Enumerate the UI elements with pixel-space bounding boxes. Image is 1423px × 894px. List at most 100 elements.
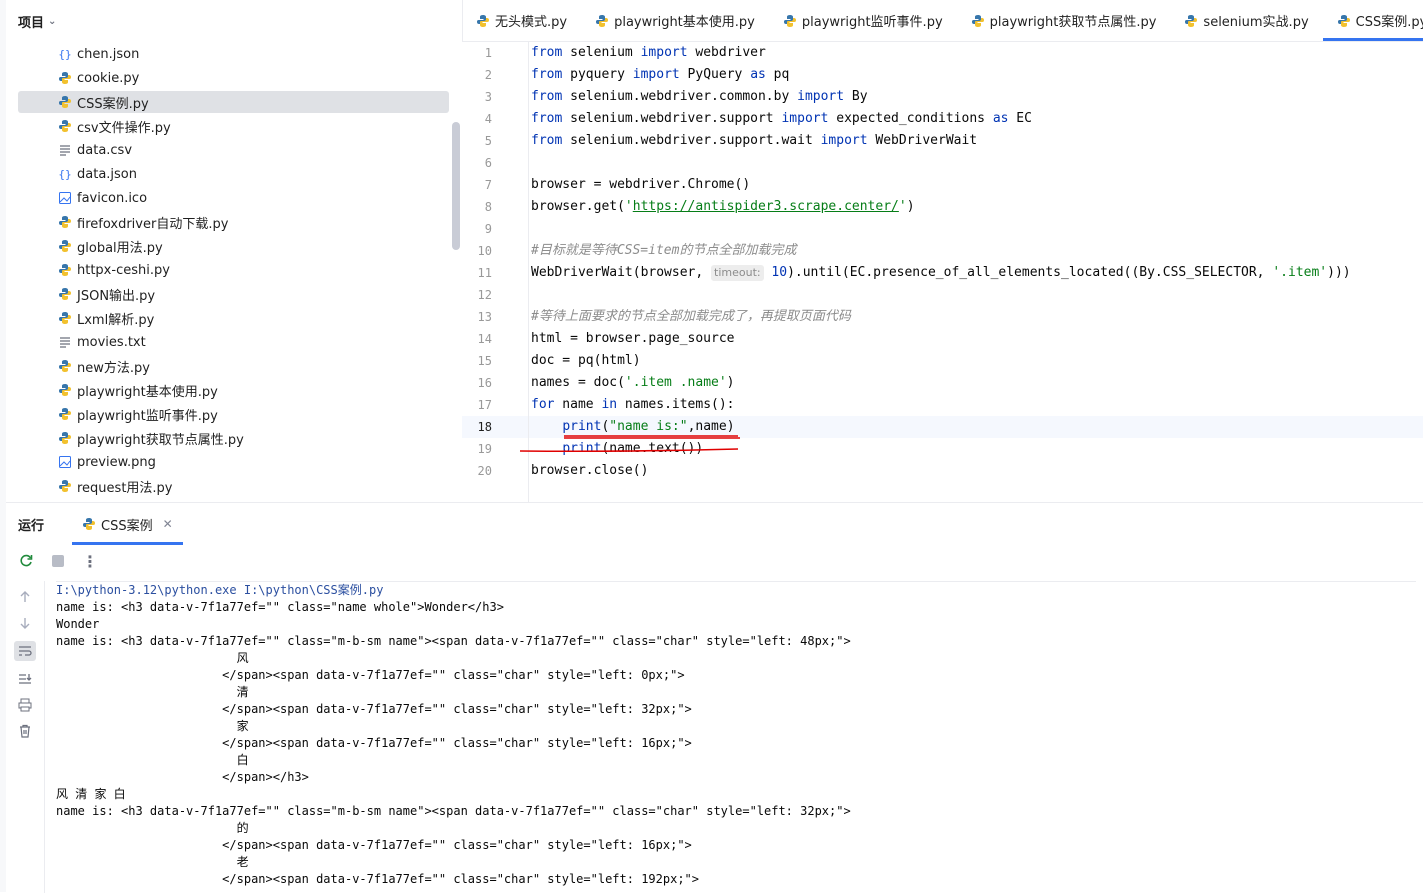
- file-name: httpx-ceshi.py: [77, 262, 170, 278]
- file-name: global用法.py: [77, 240, 163, 256]
- editor-tab[interactable]: 无头模式.py: [462, 0, 581, 41]
- file-name: preview.png: [77, 454, 156, 470]
- file-tree-item[interactable]: preview.png: [6, 450, 462, 474]
- code-token: ': [624, 199, 633, 214]
- editor-tab-label: 无头模式.py: [495, 15, 568, 30]
- line-number: 5: [484, 134, 492, 148]
- stop-icon[interactable]: [50, 553, 66, 569]
- code-token: names = doc(: [531, 375, 625, 390]
- project-header[interactable]: 项目 ⌄: [6, 0, 462, 42]
- chevron-down-icon[interactable]: ⌄: [48, 16, 56, 27]
- code-token: PyQuery: [679, 67, 751, 82]
- file-tree-item[interactable]: JSON输出.py: [6, 282, 462, 306]
- image-file-icon: [59, 192, 71, 204]
- code-token: selenium.webdriver.support.wait: [562, 133, 821, 148]
- file-tree-item[interactable]: {} chen.json: [6, 42, 462, 66]
- file-name: csv文件操作.py: [77, 120, 171, 136]
- project-scrollbar[interactable]: [452, 122, 460, 250]
- python-file-icon: [59, 240, 71, 252]
- file-name: CSS案例.py: [77, 96, 149, 112]
- file-tree-item[interactable]: movies.txt: [6, 330, 462, 354]
- code-text: print("name is:",name): [531, 416, 734, 438]
- scroll-to-end-icon[interactable]: [17, 671, 33, 687]
- trash-icon[interactable]: [17, 723, 33, 739]
- file-tree-item[interactable]: cookie.py: [6, 66, 462, 90]
- console-output[interactable]: I:\python-3.12\python.exe I:\python\CSS案…: [56, 581, 1416, 894]
- code-line: 20 browser.close(): [462, 460, 1423, 482]
- code-token: browser.get(: [531, 199, 625, 214]
- file-tree-item[interactable]: data.csv: [6, 138, 462, 162]
- print-icon[interactable]: [17, 697, 33, 713]
- file-tree-item[interactable]: {} data.json: [6, 162, 462, 186]
- editor-tab[interactable]: CSS案例.py: [1322, 0, 1423, 41]
- project-title: 项目: [18, 15, 45, 31]
- file-tree-item[interactable]: Lxml解析.py: [6, 306, 462, 330]
- editor-tab[interactable]: selenium实战.py: [1170, 0, 1322, 41]
- line-number: 20: [477, 464, 492, 478]
- file-tree-item[interactable]: httpx-ceshi.py: [6, 258, 462, 282]
- code-token: doc = pq(html): [531, 353, 641, 368]
- console-line: 家: [56, 719, 249, 733]
- code-token: ).until(EC.presence_of_all_elements_loca…: [787, 265, 1273, 280]
- file-tree-item[interactable]: playwright监听事件.py: [6, 402, 462, 426]
- rerun-icon[interactable]: [18, 553, 34, 569]
- code-text: from selenium import webdriver: [531, 42, 766, 64]
- code-text: html = browser.page_source: [531, 328, 735, 350]
- console-line: </span><span data-v-7f1a77ef="" class="c…: [56, 702, 692, 716]
- code-token: pyquery: [562, 67, 633, 82]
- python-file-icon: [59, 384, 71, 396]
- python-file-icon: [596, 14, 609, 27]
- arrow-down-icon[interactable]: [17, 615, 33, 631]
- console-line: 风 清 家 白: [56, 787, 126, 801]
- image-file-icon: [59, 456, 71, 468]
- file-tree-item[interactable]: playwright基本使用.py: [6, 378, 462, 402]
- soft-wrap-icon[interactable]: [14, 641, 36, 661]
- file-name: playwright基本使用.py: [77, 384, 218, 400]
- code-text: browser.close(): [531, 460, 648, 482]
- python-file-icon: [477, 14, 489, 27]
- console-line: name is: <h3 data-v-7f1a77ef="" class="m…: [56, 634, 851, 648]
- editor-tab[interactable]: playwright获取节点属性.py: [957, 0, 1171, 41]
- editor-tab[interactable]: playwright监听事件.py: [769, 0, 957, 41]
- code-line: 10 #目标就是等待CSS=item的节点全部加载完成: [462, 240, 1423, 262]
- file-tree-item[interactable]: csv文件操作.py: [6, 114, 462, 138]
- console-line: 白: [56, 753, 249, 767]
- close-icon[interactable]: ✕: [163, 517, 173, 531]
- code-text: names = doc('.item .name'): [531, 372, 735, 394]
- file-name: cookie.py: [77, 70, 140, 86]
- code-token: By: [844, 89, 868, 104]
- code-line: 14 html = browser.page_source: [462, 328, 1423, 350]
- file-tree-item[interactable]: new方法.py: [6, 354, 462, 378]
- code-token: (name.text()): [601, 441, 704, 456]
- file-tree-item[interactable]: firefoxdriver自动下载.py: [6, 210, 462, 234]
- code-line: 8 browser.get('https://antispider3.scrape…: [462, 196, 1423, 218]
- code-token: '.item': [1272, 265, 1328, 280]
- arrow-up-icon[interactable]: [17, 589, 33, 605]
- line-number: 15: [477, 354, 492, 368]
- file-name: data.csv: [77, 142, 133, 158]
- python-file-icon: [59, 480, 71, 492]
- file-tree-item[interactable]: global用法.py: [6, 234, 462, 258]
- code-text: browser.get('https://antispider3.scrape.…: [531, 196, 915, 218]
- more-options-icon[interactable]: ⋮: [82, 552, 98, 571]
- python-file-icon: [59, 120, 71, 132]
- file-tree-item[interactable]: request用法.py: [6, 474, 462, 498]
- console-line: Wonder: [56, 617, 100, 631]
- code-line: 13 #等待上面要求的节点全部加载完成了，再提取页面代码: [462, 306, 1423, 328]
- code-line: 9: [462, 218, 1423, 240]
- console-line: 的: [56, 821, 249, 835]
- code-line: 17 for name in names.items():: [462, 394, 1423, 416]
- code-editor[interactable]: 1 from selenium import webdriver 2 from pyq…: [462, 42, 1423, 502]
- editor-tab[interactable]: playwright基本使用.py: [581, 0, 769, 41]
- file-tree-item[interactable]: favicon.ico: [6, 186, 462, 210]
- code-token: from: [531, 45, 563, 60]
- code-token: WebDriverWait: [867, 133, 978, 148]
- run-tab-css-case[interactable]: CSS案例 ✕: [72, 503, 183, 545]
- editor-tab-label: playwright监听事件.py: [801, 15, 943, 30]
- line-number: 2: [484, 68, 492, 82]
- file-tree-item[interactable]: CSS案例.py: [6, 90, 462, 114]
- file-name: JSON输出.py: [77, 288, 156, 304]
- file-tree-item[interactable]: playwright获取节点属性.py: [6, 426, 462, 450]
- editor-tab-label: playwright基本使用.py: [614, 15, 755, 30]
